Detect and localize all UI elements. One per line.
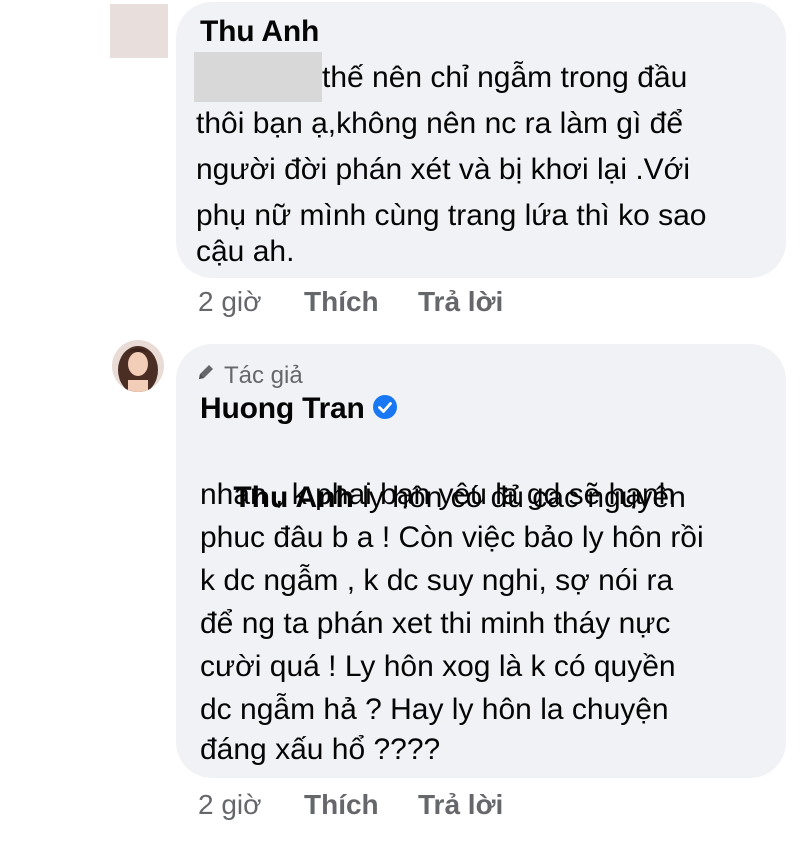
comment-bubble-2: Tác giả Huong Tran Thu Anh ly hôn có đủ … <box>176 344 786 778</box>
avatar-huong-tran[interactable] <box>112 340 164 392</box>
comment-time[interactable]: 2 giờ <box>198 789 262 821</box>
like-button[interactable]: Thích <box>304 286 379 318</box>
comment-author-name[interactable]: Huong Tran <box>200 392 397 426</box>
comment-text-line-5: để ng ta phán xet thi minh tháy nực <box>200 607 671 640</box>
comment-bubble-1: Thu Anh thế nên chỉ ngẫm trong đầu thôi … <box>176 2 786 278</box>
profile-photo-icon <box>112 340 164 392</box>
comment-text-line-2: thôi bạn ạ,không nên nc ra làm gì để <box>196 107 684 140</box>
comment-text-line-8: đáng xấu hổ ???? <box>200 733 441 766</box>
author-name-text[interactable]: Huong Tran <box>200 392 365 425</box>
avatar-thu-anh[interactable] <box>110 4 168 58</box>
comment-text-line-3: người đời phán xét và bị khơi lại .Với <box>196 153 691 186</box>
comment-actions-2: 2 giờ Thích Trả lời <box>198 789 598 823</box>
reply-button[interactable]: Trả lời <box>418 789 503 821</box>
comment-author-name[interactable]: Thu Anh <box>200 15 319 49</box>
reply-button[interactable]: Trả lời <box>418 286 503 318</box>
comment-text-line-1: thế nên chỉ ngẫm trong đầu <box>322 61 688 94</box>
pencil-icon <box>196 361 216 389</box>
author-badge-label: Tác giả <box>224 362 303 389</box>
redacted-mention <box>194 52 322 102</box>
comment-text-line-2: nhan , k phai bạn yêu la gd sẽ hạnh <box>200 478 676 511</box>
author-badge: Tác giả <box>196 362 303 391</box>
comment-time[interactable]: 2 giờ <box>198 286 262 318</box>
comment-actions-1: 2 giờ Thích Trả lời <box>198 286 598 320</box>
comment-text-line-4: k dc ngẫm , k dc suy nghi, sợ nói ra <box>200 564 674 597</box>
verified-badge-icon <box>372 395 397 420</box>
comment-text-line-3: phuc đâu b a ! Còn việc bảo ly hôn rồi <box>200 521 704 554</box>
comment-text-line-6: cười quá ! Ly hôn xog là k có quyền <box>200 650 676 683</box>
comment-text-line-5: cậu ah. <box>196 235 295 268</box>
like-button[interactable]: Thích <box>304 789 379 821</box>
